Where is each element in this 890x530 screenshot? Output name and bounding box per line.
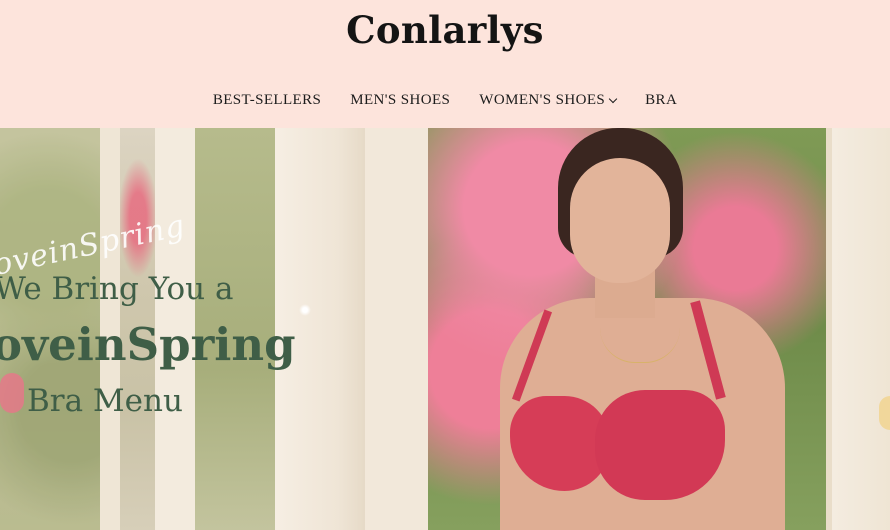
bra-cup: [595, 390, 725, 500]
nav-item-label: BRA: [645, 92, 678, 108]
hero-headline-line-2: oveinSpring: [0, 318, 296, 371]
hero-headline: oveinSpring We Bring You a oveinSpring B…: [0, 128, 430, 530]
window-frame: [832, 128, 890, 530]
site-logo[interactable]: Conlarlys: [0, 8, 890, 52]
nav-item-label: BEST-SELLERS: [212, 92, 322, 108]
nav-item-mens-shoes[interactable]: MEN'S SHOES: [350, 92, 450, 109]
nav-item-label: MEN'S SHOES: [350, 92, 451, 108]
sparkle-icon: [298, 303, 312, 317]
chevron-down-icon: [608, 94, 618, 103]
nav-item-womens-shoes[interactable]: WOMEN'S SHOES: [479, 92, 618, 109]
model-face: [570, 158, 670, 283]
site-header: Conlarlys BEST-SELLERS MEN'S SHOES WOMEN…: [0, 0, 890, 128]
hero-headline-line-3: Bra Menu: [27, 383, 183, 419]
nav-item-label: WOMEN'S SHOES: [479, 92, 606, 108]
main-nav: BEST-SELLERS MEN'S SHOES WOMEN'S SHOES B…: [0, 92, 890, 109]
hero-banner[interactable]: oveinSpring We Bring You a oveinSpring B…: [0, 128, 890, 530]
hero-headline-line-1: We Bring You a: [0, 271, 234, 307]
model-photo: [490, 128, 790, 530]
flower-image: [0, 373, 24, 413]
carousel-next-button[interactable]: [879, 396, 890, 430]
nav-item-best-sellers[interactable]: BEST-SELLERS: [213, 92, 321, 109]
nav-item-bra[interactable]: BRA: [645, 92, 677, 109]
